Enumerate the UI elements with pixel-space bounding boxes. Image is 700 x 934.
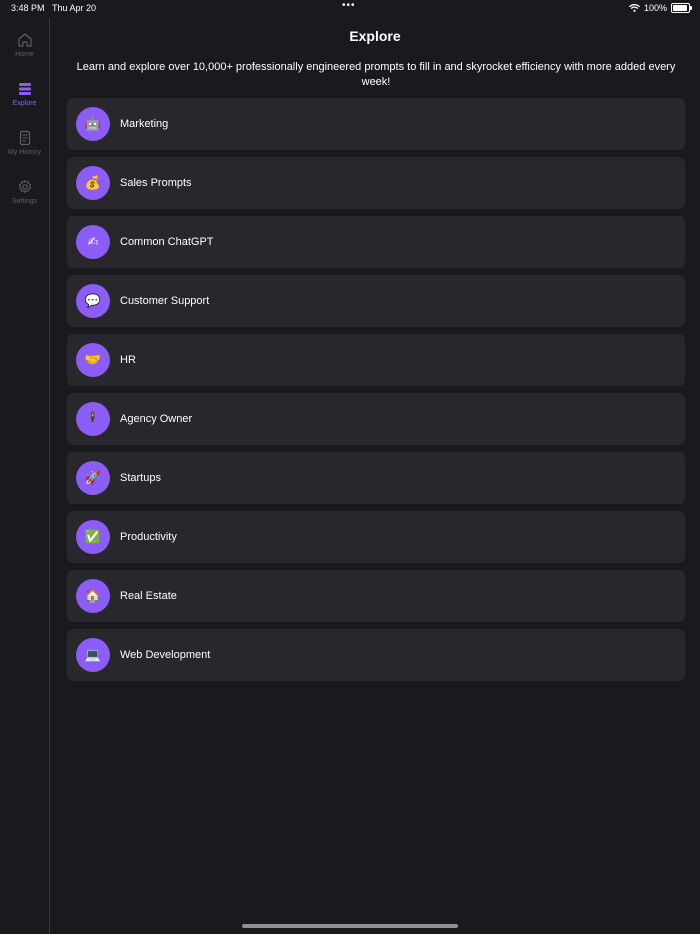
category-card-hr[interactable]: 🤝 HR <box>67 334 685 386</box>
category-label: Customer Support <box>120 295 210 307</box>
sidebar-item-explore[interactable]: Explore <box>0 81 49 107</box>
category-card-startups[interactable]: 🚀 Startups <box>67 452 685 504</box>
sidebar-item-label: My History <box>7 149 42 156</box>
check-mark-icon: ✅ <box>76 520 110 554</box>
category-label: Real Estate <box>120 590 177 602</box>
rocket-icon: 🚀 <box>76 461 110 495</box>
home-icon <box>17 33 32 47</box>
businessman-icon: 🕴 <box>76 402 110 436</box>
category-card-real-estate[interactable]: 🏠 Real Estate <box>67 570 685 622</box>
wifi-icon <box>629 4 640 12</box>
sidebar-item-settings[interactable]: Settings <box>0 179 49 205</box>
category-card-productivity[interactable]: ✅ Productivity <box>67 511 685 563</box>
money-bag-icon: 💰 <box>76 166 110 200</box>
laptop-icon: 💻 <box>76 638 110 672</box>
status-bar: 3:48 PM Thu Apr 20 ••• 100% <box>0 0 700 18</box>
sidebar-item-label: Home <box>15 51 34 58</box>
battery-icon <box>671 3 692 13</box>
category-card-customer-support[interactable]: 💬 Customer Support <box>67 275 685 327</box>
battery-percent: 100% <box>643 3 667 13</box>
page-subtitle: Learn and explore over 10,000+ professio… <box>76 61 676 88</box>
writing-hand-icon: ✍ <box>76 225 110 259</box>
category-label: Web Development <box>120 649 211 661</box>
category-card-web-development[interactable]: 💻 Web Development <box>67 629 685 681</box>
main-content: Explore Learn and explore over 10,000+ p… <box>50 18 700 934</box>
category-list: 🤖 Marketing 💰 Sales Prompts ✍ Common Cha… <box>67 98 685 688</box>
category-card-common-chatgpt[interactable]: ✍ Common ChatGPT <box>67 216 685 268</box>
multitask-dots-icon[interactable]: ••• <box>342 0 356 11</box>
category-label: HR <box>120 354 136 366</box>
gear-icon <box>18 180 31 193</box>
category-label: Startups <box>120 472 161 484</box>
history-icon <box>19 130 30 146</box>
category-label: Common ChatGPT <box>120 236 214 248</box>
home-indicator[interactable] <box>242 924 458 928</box>
category-card-marketing[interactable]: 🤖 Marketing <box>67 98 685 150</box>
sidebar-item-home[interactable]: Home <box>0 32 49 58</box>
category-label: Sales Prompts <box>120 177 192 189</box>
status-right: 100% <box>629 3 692 13</box>
sidebar-item-label: Explore <box>12 100 37 107</box>
category-label: Agency Owner <box>120 413 193 425</box>
handshake-icon: 🤝 <box>76 343 110 377</box>
robot-icon: 🤖 <box>76 107 110 141</box>
category-label: Marketing <box>120 118 169 130</box>
speech-bubble-icon: 💬 <box>76 284 110 318</box>
house-icon: 🏠 <box>76 579 110 613</box>
page-title: Explore <box>349 28 401 44</box>
status-date: Thu Apr 20 <box>52 3 97 13</box>
explore-icon <box>18 83 31 95</box>
sidebar-item-label: Settings <box>11 198 38 205</box>
category-card-agency-owner[interactable]: 🕴 Agency Owner <box>67 393 685 445</box>
status-time: 3:48 PM <box>11 3 45 13</box>
category-card-sales-prompts[interactable]: 💰 Sales Prompts <box>67 157 685 209</box>
sidebar: Home Explore My History Settings <box>0 18 50 934</box>
category-label: Productivity <box>120 531 177 543</box>
sidebar-item-my-history[interactable]: My History <box>0 130 49 156</box>
